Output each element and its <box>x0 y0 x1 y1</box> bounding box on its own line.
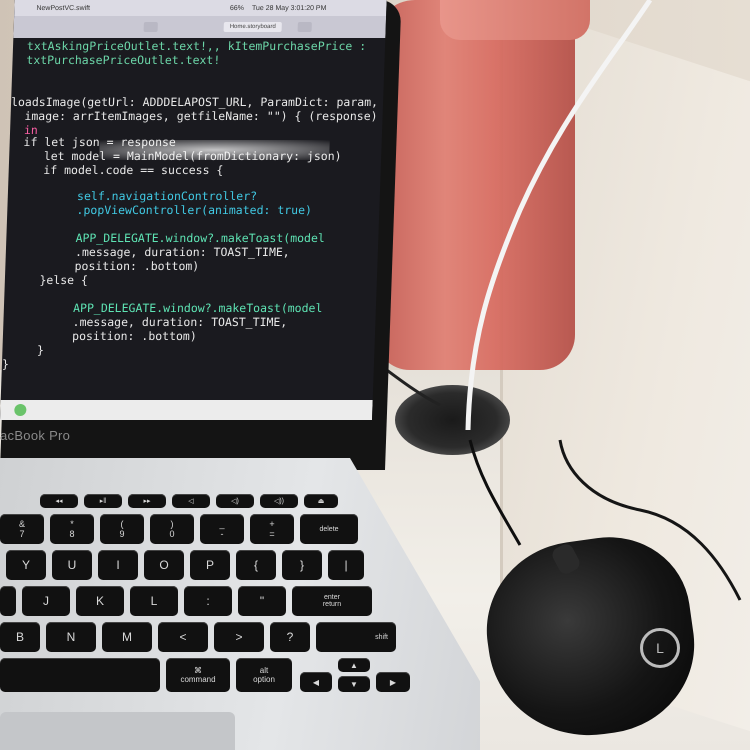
code-line: }else { <box>4 273 89 287</box>
key[interactable]: L <box>130 586 178 616</box>
mouse-logo-icon: L <box>640 628 680 668</box>
code-line: image: arrItemImages, getfileName: "") {… <box>10 109 378 123</box>
code-line: loadsImage(getUrl: ADDDELAPOST_URL, Para… <box>10 95 379 109</box>
trackpad[interactable] <box>0 712 235 750</box>
code-line: .message, duration: TOAST_TIME, <box>5 245 290 259</box>
key-delete[interactable]: delete <box>300 514 358 544</box>
key-fn[interactable]: ◁) <box>216 494 254 508</box>
key[interactable]: I <box>98 550 138 580</box>
key[interactable]: ) 0 <box>150 514 194 544</box>
code-editor[interactable]: txtAskingPriceOutlet.text!,, kItemPurcha… <box>1 39 386 400</box>
key[interactable]: K <box>76 586 124 616</box>
key[interactable]: P <box>190 550 230 580</box>
key[interactable]: U <box>52 550 92 580</box>
code-line: if model.code == success { <box>8 163 224 177</box>
screen-glare <box>99 140 330 160</box>
key[interactable] <box>0 586 16 616</box>
code-line: .message, duration: TOAST_TIME, <box>3 315 288 329</box>
photo-scene: NewPostVC.swift 66% Tue 28 May 3:01:20 P… <box>0 0 750 750</box>
code-line: APP_DELEGATE.window?.makeToast(model <box>3 301 323 315</box>
key-return[interactable]: enter return <box>292 586 372 616</box>
xcode-tabbar: Home.storyboard <box>13 16 387 38</box>
key[interactable]: ? <box>270 622 310 652</box>
key[interactable]: B <box>0 622 40 652</box>
command-icon: ⌘ <box>194 666 202 675</box>
file-title: NewPostVC.swift <box>36 4 91 12</box>
laptop-brand-label: acBook Pro <box>0 428 71 443</box>
tab-thumbnail-icon-2[interactable] <box>297 22 312 32</box>
key-arrow-down[interactable]: ▼ <box>338 676 370 692</box>
key[interactable]: * 8 <box>50 514 94 544</box>
key-fn[interactable]: ◁ <box>172 494 210 508</box>
code-line-suffix: , kItemPurchasePrice : <box>213 39 367 53</box>
battery-indicator: 66% <box>229 4 245 12</box>
key[interactable]: " <box>238 586 286 616</box>
code-line: position: .bottom) <box>5 259 200 273</box>
tab-thumbnail-icon[interactable] <box>143 22 158 32</box>
key[interactable]: > <box>214 622 264 652</box>
key[interactable]: & 7 <box>0 514 44 544</box>
code-line: APP_DELEGATE.window?.makeToast(model <box>6 231 326 245</box>
code-line: position: .bottom) <box>2 329 198 343</box>
key-arrow-up[interactable]: ▲ <box>338 658 370 672</box>
key[interactable]: < <box>158 622 208 652</box>
key[interactable]: _ - <box>200 514 244 544</box>
key-fn[interactable]: ◂◂ <box>40 494 78 508</box>
code-line: .popViewController(animated: true) <box>7 203 313 217</box>
key-fn[interactable]: ◁)) <box>260 494 298 508</box>
code-line: } <box>2 343 45 357</box>
key[interactable]: M <box>102 622 152 652</box>
keyboard: ◂◂ ▸‖ ▸▸ ◁ ◁) ◁)) ⏏ & 7 * 8 (9 ) 0 _ - + = de… <box>0 478 460 698</box>
code-line: txtPurchasePriceOutlet.text! <box>12 53 221 67</box>
key-arrow-left[interactable]: ◀ <box>300 672 332 692</box>
key-command[interactable]: ⌘ command <box>166 658 230 692</box>
black-cable-left <box>379 363 441 407</box>
macos-menubar: NewPostVC.swift 66% Tue 28 May 3:01:20 P… <box>14 0 387 16</box>
key-fn[interactable]: ▸‖ <box>84 494 122 508</box>
key[interactable]: | <box>328 550 364 580</box>
dock-bar <box>0 400 373 420</box>
key[interactable]: (9 <box>100 514 144 544</box>
key-fn[interactable]: ▸▸ <box>128 494 166 508</box>
key[interactable]: O <box>144 550 184 580</box>
code-line: self.navigationController? <box>7 189 258 203</box>
key-space[interactable] <box>0 658 160 692</box>
key[interactable]: Y <box>6 550 46 580</box>
key-eject[interactable]: ⏏ <box>304 494 338 508</box>
white-cable <box>465 0 653 431</box>
laptop-screen: NewPostVC.swift 66% Tue 28 May 3:01:20 P… <box>0 0 387 420</box>
key[interactable]: { <box>236 550 276 580</box>
key[interactable]: : <box>184 586 232 616</box>
tab-storyboard[interactable]: Home.storyboard <box>223 22 282 32</box>
code-line: txtAskingPriceOutlet.text!,, kItemPurcha… <box>12 39 367 53</box>
key-option[interactable]: alt option <box>236 658 292 692</box>
code-line: } <box>1 357 10 371</box>
key-arrow-right[interactable]: ▶ <box>376 672 410 692</box>
key[interactable]: + = <box>250 514 294 544</box>
key[interactable]: } <box>282 550 322 580</box>
key[interactable]: J <box>22 586 70 616</box>
key-shift[interactable]: shift <box>316 622 396 652</box>
clock: Tue 28 May 3:01:20 PM <box>251 4 327 12</box>
mouse-cable <box>468 439 522 546</box>
key[interactable]: N <box>46 622 96 652</box>
